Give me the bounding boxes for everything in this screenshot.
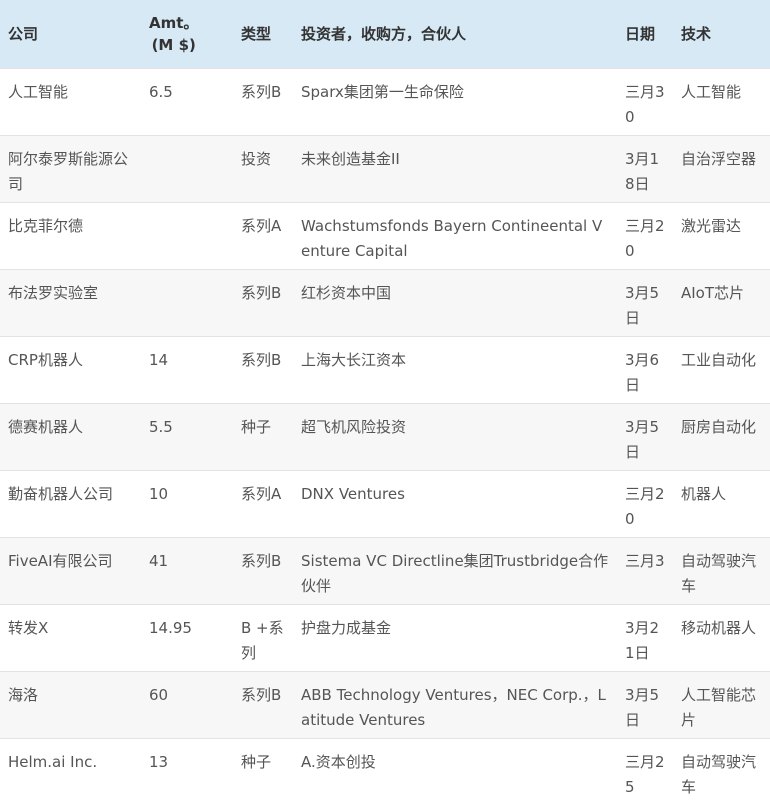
table-row: Helm.ai Inc. 13 种子 A.资本创投 三月25 自动驾驶汽车 (0, 738, 770, 804)
table-row: 海洛 60 系列B ABB Technology Ventures，NEC Co… (0, 671, 770, 738)
cell-tech: 人工智能 (681, 82, 742, 101)
cell-investors: 上海大长江资本 (301, 350, 407, 369)
cell-company: FiveAI有限公司 (8, 551, 113, 570)
cell-type: 系列B (241, 685, 282, 704)
cell-company: Helm.ai Inc. (8, 752, 98, 771)
cell-date: 3月5日 (625, 283, 660, 327)
funding-table: 公司 Amt。 (M $) 类型 投资者，收购方，合伙人 日期 技术 人工智能 … (0, 0, 770, 804)
cell-investors: Sistema VC Directline集团Trustbridge合作伙伴 (301, 551, 609, 595)
cell-type: 种子 (241, 752, 272, 771)
table-row: 比克菲尔德 系列A Wachstumsfonds Bayern Continee… (0, 202, 770, 269)
header-date: 日期 (625, 25, 656, 43)
cell-amount (141, 135, 233, 202)
cell-date: 3月6日 (625, 350, 660, 394)
cell-type: 系列B (241, 283, 282, 302)
header-amount-line2: (M $) (151, 36, 196, 54)
cell-amount: 13 (149, 752, 169, 771)
cell-company: 转发X (8, 618, 49, 637)
cell-type: 系列A (241, 216, 282, 235)
header-amount: Amt。 (M $) (141, 0, 233, 68)
cell-date: 三月20 (625, 484, 665, 528)
cell-amount: 5.5 (149, 417, 173, 436)
header-company: 公司 (8, 25, 39, 43)
cell-tech: 激光雷达 (681, 216, 742, 235)
cell-company: 海洛 (8, 685, 39, 704)
cell-amount: 14.95 (149, 618, 192, 637)
table-row: FiveAI有限公司 41 系列B Sistema VC Directline集… (0, 537, 770, 604)
cell-type: 系列B (241, 551, 282, 570)
header-row: 公司 Amt。 (M $) 类型 投资者，收购方，合伙人 日期 技术 (0, 0, 770, 68)
cell-date: 3月5日 (625, 685, 660, 729)
cell-date: 3月5日 (625, 417, 660, 461)
header-amount-label: Amt。 (M $) (149, 12, 198, 56)
cell-tech: AIoT芯片 (681, 283, 745, 302)
cell-type: 投资 (241, 149, 272, 168)
cell-investors: DNX Ventures (301, 484, 405, 503)
cell-investors: Sparx集团第一生命保险 (301, 82, 464, 101)
cell-type: 种子 (241, 417, 272, 436)
header-investors: 投资者，收购方，合伙人 (301, 25, 467, 43)
table-row: 布法罗实验室 系列B 红杉资本中国 3月5日 AIoT芯片 (0, 269, 770, 336)
cell-tech: 自动驾驶汽车 (681, 752, 757, 796)
table-row: CRP机器人 14 系列B 上海大长江资本 3月6日 工业自动化 (0, 336, 770, 403)
cell-company: 布法罗实验室 (8, 283, 99, 302)
table-row: 人工智能 6.5 系列B Sparx集团第一生命保险 三月30 人工智能 (0, 68, 770, 135)
cell-amount: 6.5 (149, 82, 173, 101)
cell-investors: 护盘力成基金 (301, 618, 392, 637)
cell-tech: 厨房自动化 (681, 417, 757, 436)
cell-tech: 人工智能芯片 (681, 685, 757, 729)
cell-type: B +系列 (241, 618, 284, 662)
table-row: 阿尔泰罗斯能源公司 投资 未来创造基金II 3月18日 自治浮空器 (0, 135, 770, 202)
cell-type: 系列B (241, 350, 282, 369)
cell-amount: 60 (149, 685, 169, 704)
cell-date: 三月20 (625, 216, 665, 260)
cell-investors: ABB Technology Ventures，NEC Corp.，Latitu… (301, 685, 606, 729)
cell-investors: 超飞机风险投资 (301, 417, 407, 436)
cell-tech: 自动驾驶汽车 (681, 551, 757, 595)
cell-type: 系列B (241, 82, 282, 101)
cell-tech: 移动机器人 (681, 618, 757, 637)
cell-investors: 红杉资本中国 (301, 283, 392, 302)
table-header: 公司 Amt。 (M $) 类型 投资者，收购方，合伙人 日期 技术 (0, 0, 770, 68)
cell-amount (141, 269, 233, 336)
cell-type: 系列A (241, 484, 282, 503)
cell-tech: 机器人 (681, 484, 727, 503)
cell-date: 3月18日 (625, 149, 660, 193)
cell-company: 阿尔泰罗斯能源公司 (8, 149, 129, 193)
cell-tech: 工业自动化 (681, 350, 757, 369)
cell-amount: 41 (149, 551, 169, 570)
header-tech: 技术 (681, 25, 712, 43)
cell-company: 德赛机器人 (8, 417, 84, 436)
cell-date: 3月21日 (625, 618, 660, 662)
cell-company: 比克菲尔德 (8, 216, 84, 235)
table-row: 转发X 14.95 B +系列 护盘力成基金 3月21日 移动机器人 (0, 604, 770, 671)
cell-amount: 10 (149, 484, 169, 503)
cell-investors: Wachstumsfonds Bayern Contineental Ventu… (301, 216, 603, 260)
cell-tech: 自治浮空器 (681, 149, 757, 168)
table-body: 人工智能 6.5 系列B Sparx集团第一生命保险 三月30 人工智能 阿尔泰… (0, 68, 770, 804)
header-amount-line1: Amt。 (149, 14, 199, 32)
cell-date: 三月30 (625, 82, 665, 126)
cell-investors: 未来创造基金II (301, 149, 400, 168)
table-row: 德赛机器人 5.5 种子 超飞机风险投资 3月5日 厨房自动化 (0, 403, 770, 470)
cell-date: 三月3 (625, 551, 665, 570)
cell-company: CRP机器人 (8, 350, 83, 369)
cell-company: 人工智能 (8, 82, 69, 101)
cell-investors: A.资本创投 (301, 752, 376, 771)
cell-company: 勤奋机器人公司 (8, 484, 114, 503)
cell-date: 三月25 (625, 752, 665, 796)
cell-amount (141, 202, 233, 269)
header-type: 类型 (241, 25, 272, 43)
table-row: 勤奋机器人公司 10 系列A DNX Ventures 三月20 机器人 (0, 470, 770, 537)
cell-amount: 14 (149, 350, 169, 369)
